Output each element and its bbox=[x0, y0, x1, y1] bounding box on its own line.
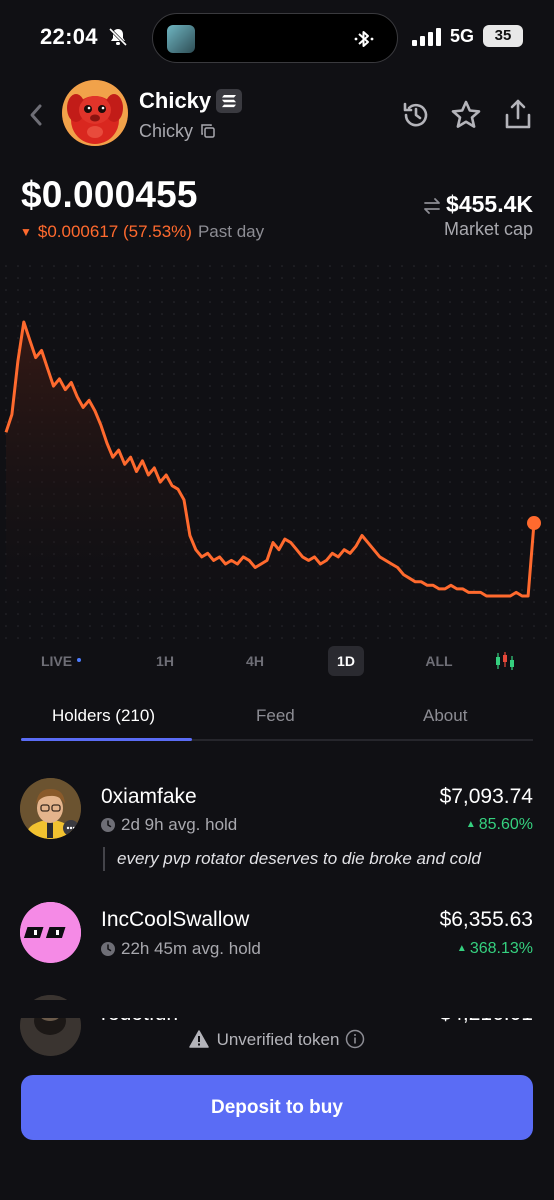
holder-name[interactable]: 0xiamfake bbox=[101, 785, 197, 809]
solana-icon bbox=[216, 89, 242, 113]
swap-arrows-icon bbox=[424, 198, 440, 214]
share-icon[interactable] bbox=[502, 97, 534, 131]
timeframe-4h[interactable]: 4H bbox=[232, 646, 278, 676]
list-clip-overlay bbox=[0, 1000, 554, 1018]
unverified-token-notice: Unverified token bbox=[0, 1029, 554, 1051]
now-playing-thumbnail bbox=[167, 25, 195, 53]
current-price: $0.000455 bbox=[21, 174, 198, 215]
timeframe-live-label: LIVE bbox=[40, 653, 73, 669]
holder-avatar[interactable] bbox=[20, 778, 81, 839]
holder-avg-hold-text: 22h 45m avg. hold bbox=[121, 939, 261, 958]
battery-indicator: 35 bbox=[483, 25, 523, 47]
active-tab-indicator bbox=[21, 738, 192, 741]
info-icon[interactable] bbox=[345, 1029, 365, 1049]
holder-pnl: ▲ 368.13% bbox=[457, 940, 533, 958]
star-icon[interactable] bbox=[450, 99, 482, 131]
down-triangle-icon: ▼ bbox=[20, 225, 32, 239]
timeframe-all[interactable]: ALL bbox=[416, 646, 462, 676]
tab-feed[interactable]: Feed bbox=[256, 706, 295, 726]
token-avatar bbox=[62, 80, 128, 146]
price-chart[interactable] bbox=[0, 260, 554, 640]
market-cap[interactable]: $455.4K bbox=[422, 191, 533, 218]
candlestick-chart-icon[interactable] bbox=[494, 650, 516, 672]
bell-muted-icon bbox=[108, 27, 128, 47]
dynamic-island[interactable] bbox=[152, 13, 398, 63]
holder-name[interactable]: IncCoolSwallow bbox=[101, 908, 249, 932]
price-change: ▼ $0.000617 (57.53%) Past day bbox=[20, 222, 264, 242]
timeframe-1d[interactable]: 1D bbox=[328, 646, 364, 676]
market-cap-value: $455.4K bbox=[446, 191, 533, 217]
token-symbol: Chicky bbox=[139, 121, 194, 141]
holder-avg-hold: 2d 9h avg. hold bbox=[101, 815, 237, 835]
holder-avg-hold: 22h 45m avg. hold bbox=[101, 939, 261, 959]
timeframe-1h[interactable]: 1H bbox=[142, 646, 188, 676]
holder-quote: every pvp rotator deserves to die broke … bbox=[103, 847, 481, 871]
price-change-period: Past day bbox=[197, 222, 265, 241]
timeframe-selector: LIVE 1H 4H 1D ALL bbox=[0, 646, 554, 676]
token-name: Chicky bbox=[139, 88, 212, 113]
up-triangle-icon: ▲ bbox=[456, 943, 467, 954]
status-bar: 22:04 5G 35 bbox=[0, 0, 554, 76]
tab-holders[interactable]: Holders (210) bbox=[52, 706, 155, 726]
clock-icon bbox=[101, 817, 115, 832]
history-icon[interactable] bbox=[400, 99, 432, 131]
holder-pnl: ▲ 85.60% bbox=[466, 816, 533, 834]
holder-value: $6,355.63 bbox=[439, 908, 533, 931]
current-price-marker bbox=[527, 516, 541, 531]
back-chevron-icon[interactable] bbox=[24, 100, 48, 130]
unverified-token-text: Unverified token bbox=[216, 1030, 340, 1049]
holder-pnl-value: 368.13% bbox=[469, 940, 533, 957]
holder-avatar[interactable] bbox=[20, 902, 81, 963]
market-cap-label: Market cap bbox=[443, 219, 533, 239]
status-time: 22:04 bbox=[40, 24, 98, 49]
clock-icon bbox=[101, 941, 115, 956]
tab-about[interactable]: About bbox=[423, 706, 467, 726]
holder-pnl-value: 85.60% bbox=[478, 816, 533, 833]
red-puppy-mascot bbox=[62, 80, 128, 146]
cellular-signal-icon bbox=[412, 28, 441, 46]
network-type: 5G bbox=[450, 26, 475, 46]
holder-avg-hold-text: 2d 9h avg. hold bbox=[121, 815, 238, 834]
price-change-value: $0.000617 (57.53%) bbox=[37, 222, 192, 241]
holder-value: $7,093.74 bbox=[439, 785, 533, 808]
timeframe-live[interactable]: LIVE bbox=[30, 646, 92, 676]
copy-icon[interactable] bbox=[200, 123, 216, 139]
warning-icon bbox=[188, 1029, 209, 1048]
bluetooth-icon bbox=[354, 31, 374, 47]
live-dot-icon bbox=[77, 658, 82, 663]
deposit-to-buy-button[interactable]: Deposit to buy bbox=[21, 1075, 533, 1140]
up-triangle-icon: ▲ bbox=[465, 819, 476, 830]
